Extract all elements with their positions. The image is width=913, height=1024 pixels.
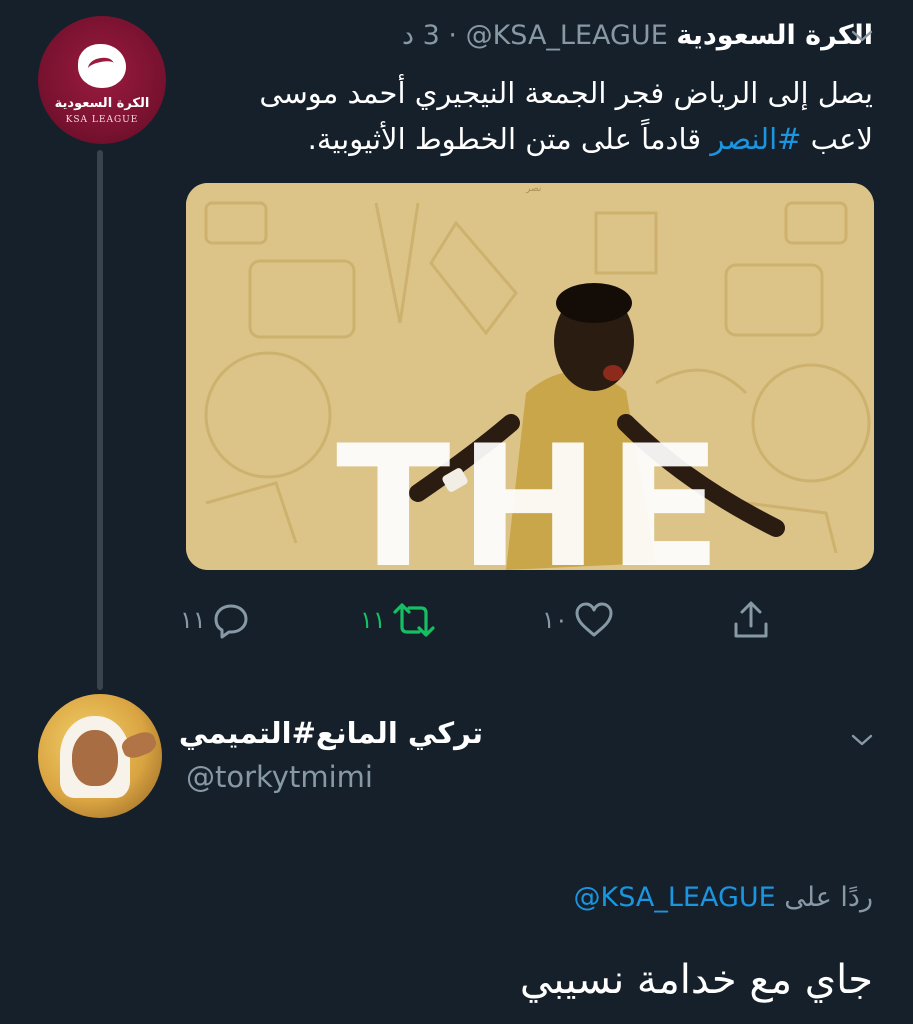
tweet-hashtag-link[interactable]: #النصر — [710, 122, 801, 156]
media-illustration: THE ﻧﺼﺮ — [186, 183, 874, 570]
tweet-body-text: يصل إلى الرياض فجر الجمعة النيجيري أحمد … — [193, 70, 873, 162]
reply-menu-chevron-icon[interactable] — [850, 728, 874, 752]
retweet-action[interactable]: ١١ — [360, 598, 436, 642]
torkytmimi-avatar[interactable] — [38, 694, 162, 818]
replying-to-line: ردًا على @KSA_LEAGUE — [574, 882, 873, 913]
retweet-count: ١١ — [360, 606, 386, 634]
tweet-text-part-2: قادماً على متن الخطوط الأثيوبية. — [307, 122, 711, 156]
retweet-icon[interactable] — [392, 601, 436, 639]
like-action[interactable]: ١٠ — [542, 598, 614, 642]
tweet-handle[interactable]: @KSA_LEAGUE — [466, 20, 668, 51]
heart-icon[interactable] — [574, 601, 614, 639]
replying-to-handle[interactable]: @KSA_LEAGUE — [574, 882, 776, 913]
share-icon[interactable] — [732, 600, 770, 640]
tweet-thread-screen: الكرة السعودية KSA LEAGUE الكرة السعودية… — [0, 0, 913, 1024]
ksa-league-avatar[interactable]: الكرة السعودية KSA LEAGUE — [38, 16, 166, 144]
tweet-display-name[interactable]: الكرة السعودية — [676, 20, 873, 51]
share-action[interactable] — [732, 598, 770, 642]
replying-to-label: ردًا على — [784, 882, 873, 913]
media-overlay-text: THE — [336, 409, 730, 570]
reply-count: ١١ — [180, 606, 206, 634]
reply-display-name[interactable]: تركي المانع#التميمي — [179, 716, 483, 750]
header-separator: · — [448, 20, 457, 51]
media-watermark: ﻧﺼﺮ — [525, 184, 541, 194]
football-logo-icon — [78, 44, 126, 88]
tweet-media-image[interactable]: THE ﻧﺼﺮ — [186, 183, 874, 570]
avatar-logo-arabic: الكرة السعودية — [54, 96, 150, 111]
reply-handle[interactable]: @torkytmimi — [186, 760, 373, 794]
tweet-timestamp[interactable]: 3 د — [402, 20, 440, 51]
reply-body-text: جاي مع خدامة نسيبي — [519, 957, 873, 1003]
tweet-menu-chevron-icon[interactable] — [850, 24, 874, 48]
tweet-header: الكرة السعودية @KSA_LEAGUE · 3 د — [402, 18, 873, 54]
tweet-action-bar: ١١ ١١ ١٠ — [0, 598, 913, 642]
like-count: ١٠ — [542, 606, 568, 634]
avatar-person-shape — [60, 716, 130, 798]
avatar-logo-english: KSA LEAGUE — [65, 115, 139, 125]
reply-icon[interactable] — [212, 601, 250, 639]
reply-action[interactable]: ١١ — [180, 598, 250, 642]
